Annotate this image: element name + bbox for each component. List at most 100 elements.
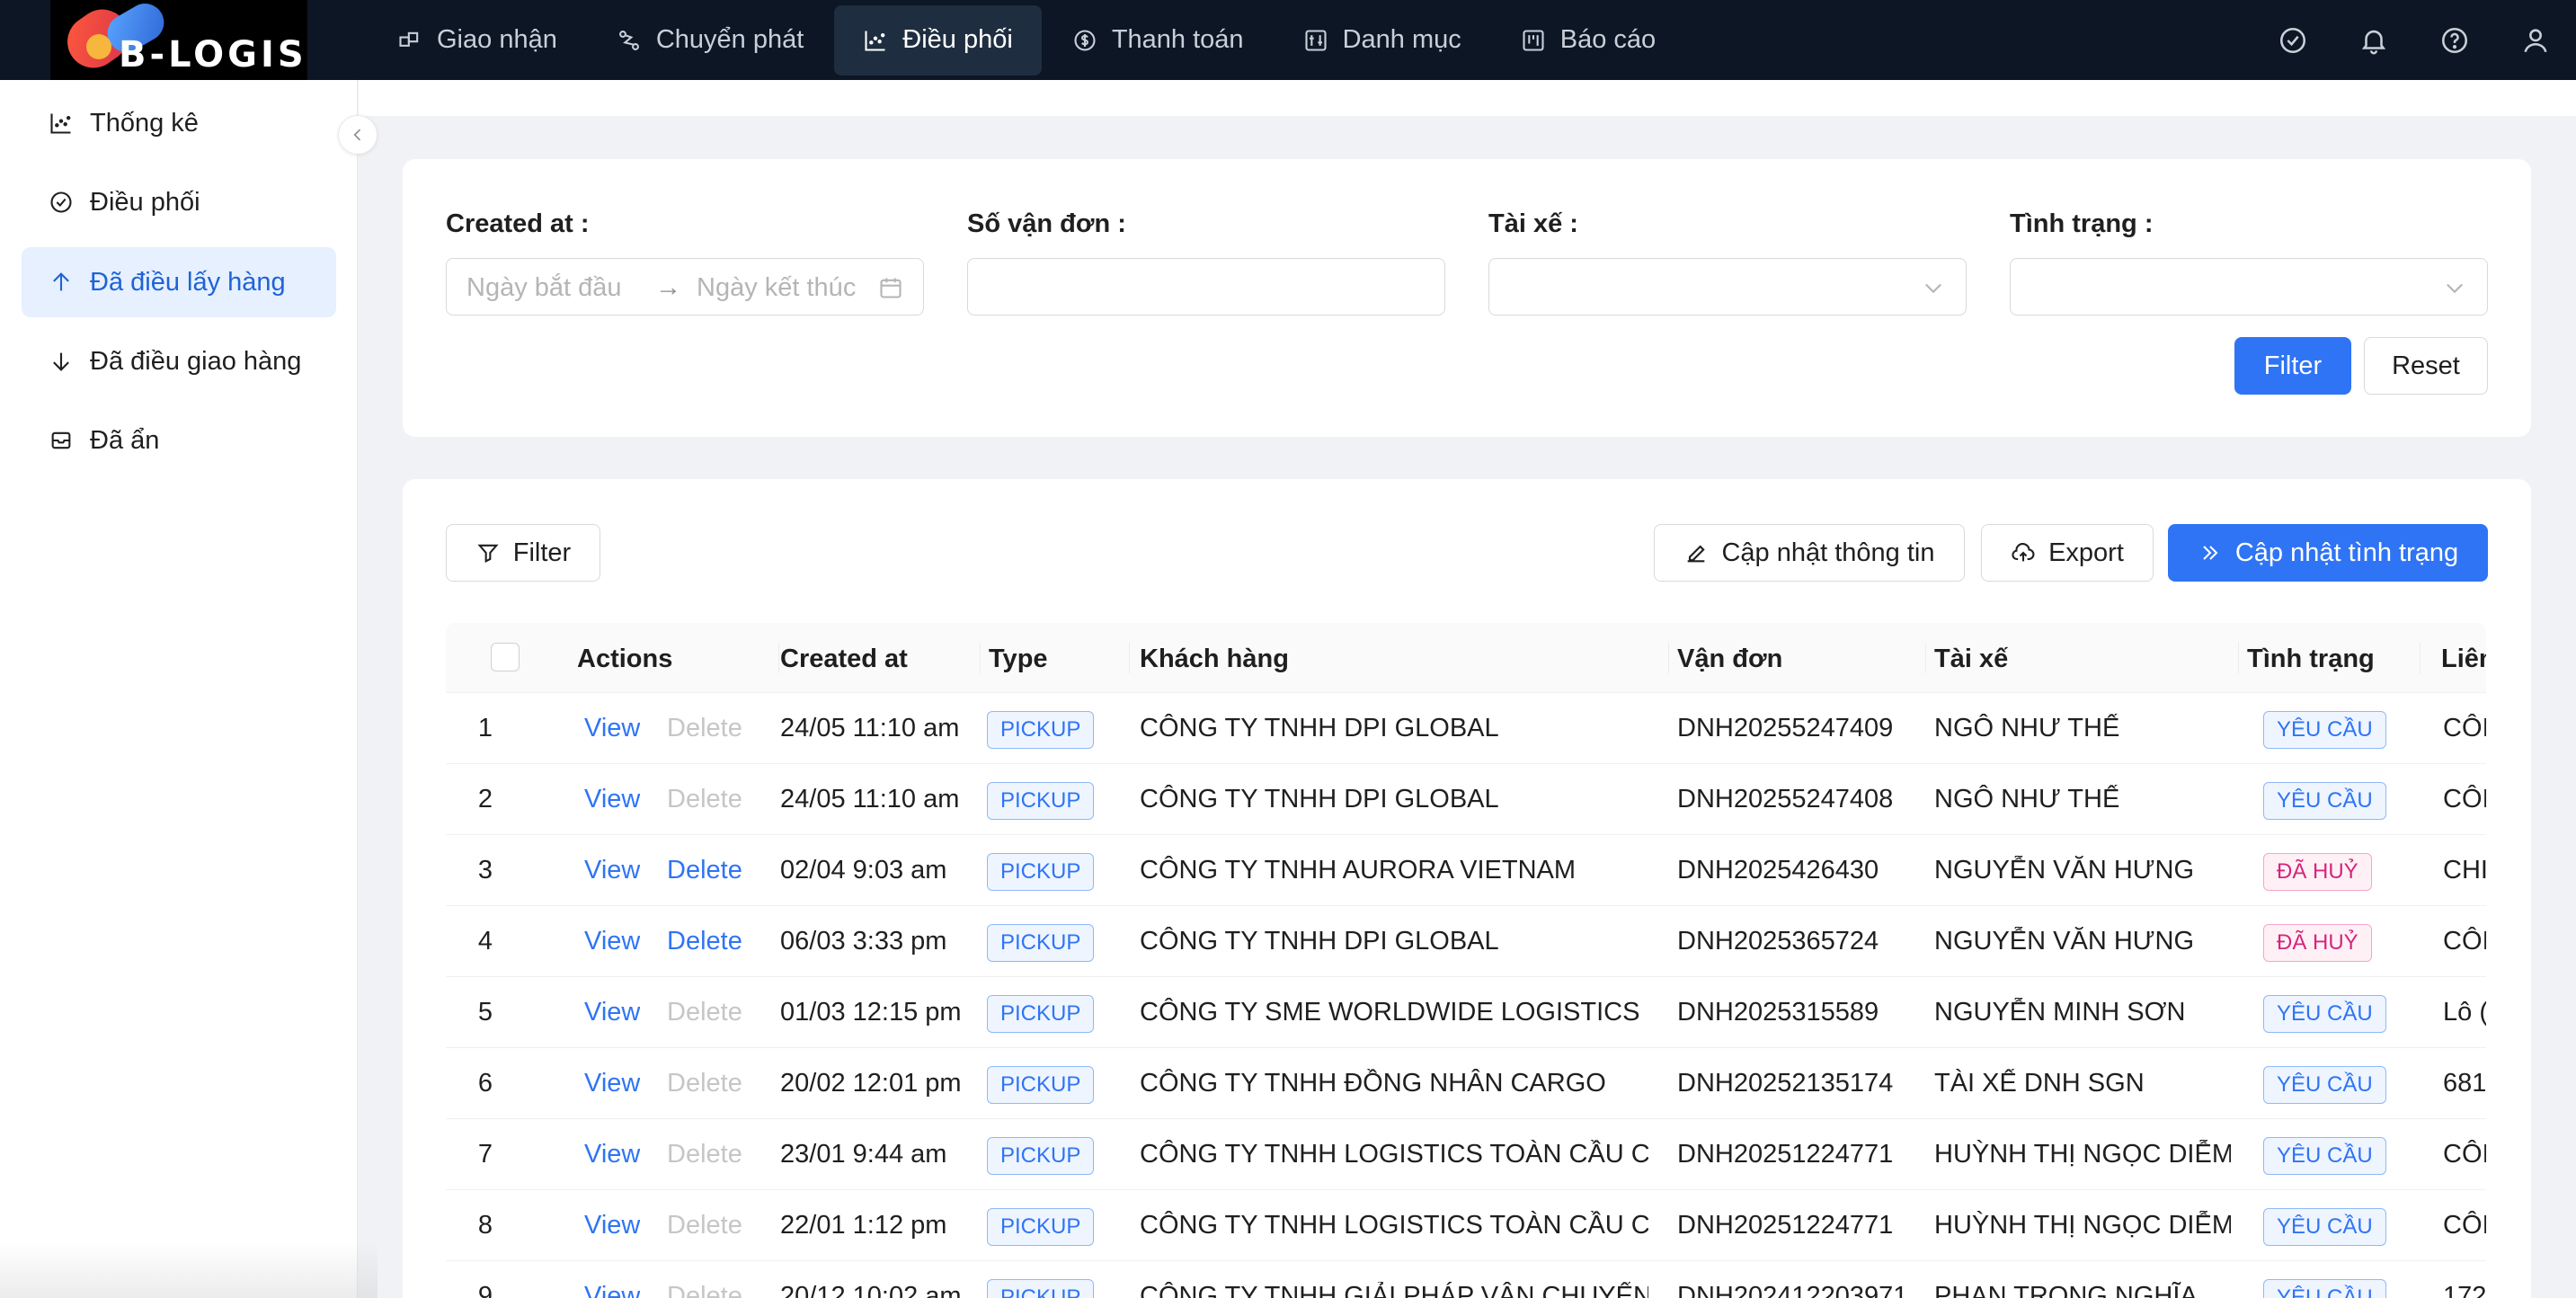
col-waybill[interactable]: Vận đơn — [1677, 645, 1782, 674]
waybill-input[interactable] — [967, 258, 1445, 316]
delete-link[interactable]: Delete — [667, 1282, 742, 1298]
update-info-button[interactable]: Cập nhật thông tin — [1654, 524, 1965, 582]
chart-icon — [49, 111, 90, 136]
col-contact[interactable]: Liên — [2441, 645, 2486, 674]
waybill-cell: DNH20255247408 — [1677, 785, 1894, 813]
update-status-label: Cập nhật tình trạng — [2234, 538, 2459, 567]
sidebar-item-da-an[interactable]: Đã ẩn — [22, 405, 336, 476]
waybill-label: Số vận đơn : — [967, 209, 1126, 238]
col-type[interactable]: Type — [989, 645, 1048, 674]
customer-cell: CÔNG TY TNHH DPI GLOBAL — [1140, 785, 1499, 813]
view-link[interactable]: View — [584, 1282, 640, 1298]
table-row[interactable]: 8 View Delete 22/01 1:12 pm PICKUP CÔNG TY TN… — [446, 1190, 2486, 1261]
check-circle-icon[interactable] — [2252, 25, 2333, 56]
nav-item-danh-muc[interactable]: Danh mục — [1275, 5, 1490, 76]
board-icon — [1521, 28, 1560, 53]
view-link[interactable]: View — [584, 927, 640, 956]
table-header: Actions Created at Type Khách hàng Vận đ… — [446, 623, 2486, 693]
table-row[interactable]: 7 View Delete 23/01 9:44 am PICKUP CÔNG TY TN… — [446, 1119, 2486, 1190]
table-row[interactable]: 2 View Delete 24/05 11:10 am PICKUP CÔNG TY T… — [446, 764, 2486, 835]
user-icon[interactable] — [2495, 25, 2576, 56]
delete-link[interactable]: Delete — [667, 998, 742, 1027]
delete-link[interactable]: Delete — [667, 1140, 742, 1169]
table-row[interactable]: 4 View Delete 06/03 3:33 pm PICKUP CÔNG TY TN… — [446, 906, 2486, 977]
delete-link[interactable]: Delete — [667, 1211, 742, 1240]
reset-button[interactable]: Reset — [2364, 337, 2488, 395]
column-divider — [2238, 643, 2239, 673]
view-link[interactable]: View — [584, 856, 640, 885]
brand-logo[interactable]: B-LOGIS — [50, 0, 307, 80]
view-link[interactable]: View — [584, 1211, 640, 1240]
col-driver[interactable]: Tài xế — [1934, 645, 2008, 674]
bell-icon[interactable] — [2333, 25, 2414, 56]
contact-cell: CÔI — [2443, 714, 2486, 742]
type-tag: PICKUP — [987, 1137, 1095, 1175]
sidebar-item-da-dieu-giao-hang[interactable]: Đã điều giao hàng — [22, 326, 336, 396]
sidebar-item-thong-ke[interactable]: Thống kê — [22, 88, 336, 158]
col-status[interactable]: Tình trạng — [2247, 645, 2375, 674]
contact-cell: 172 — [2443, 1282, 2486, 1298]
created-at-cell: 22/01 1:12 pm — [780, 1211, 947, 1240]
type-tag: PICKUP — [987, 924, 1095, 962]
view-link[interactable]: View — [584, 1140, 640, 1169]
table-row[interactable]: 5 View Delete 01/03 12:15 pm PICKUP CÔNG TY S… — [446, 977, 2486, 1048]
sidebar-item-label: Điều phối — [90, 187, 200, 217]
created-at-cell: 24/05 11:10 am — [780, 714, 960, 742]
delete-link[interactable]: Delete — [667, 856, 742, 885]
nav-item-bao-cao[interactable]: Báo cáo — [1492, 5, 1684, 76]
start-date-input[interactable]: Ngày bắt đầu — [466, 273, 622, 303]
driver-cell: NGÔ NHƯ THẾ — [1934, 714, 2120, 742]
view-link[interactable]: View — [584, 998, 640, 1027]
table-row[interactable]: 9 View Delete 20/12 10:02 am PICKUP CÔNG TY T… — [446, 1261, 2486, 1298]
view-link[interactable]: View — [584, 714, 640, 743]
waybill-cell: DNH2025426430 — [1677, 856, 1879, 885]
sidebar-collapse-button[interactable] — [338, 115, 378, 155]
sidebar-item-da-dieu-lay-hang[interactable]: Đã điều lấy hàng — [22, 247, 336, 317]
status-select[interactable] — [2010, 258, 2488, 316]
filter-icon — [475, 540, 513, 565]
contact-cell: 681 — [2443, 1069, 2486, 1098]
customer-cell: CÔNG TY TNHH DPI GLOBAL — [1140, 714, 1499, 742]
nav-item-thanh-toan[interactable]: Thanh toán — [1044, 5, 1273, 76]
delete-link[interactable]: Delete — [667, 785, 742, 814]
top-navbar: B-LOGIS Giao nhận Chuyển phát Điều phối … — [0, 0, 2576, 80]
export-button[interactable]: Export — [1981, 524, 2154, 582]
export-label: Export — [2048, 538, 2124, 567]
type-tag: PICKUP — [987, 995, 1095, 1033]
sidebar-item-dieu-phoi[interactable]: Điều phối — [22, 167, 336, 237]
toolbar-filter-button[interactable]: Filter — [446, 524, 600, 582]
status-badge: YÊU CẦU — [2263, 1208, 2386, 1246]
table-row[interactable]: 3 View Delete 02/04 9:03 am PICKUP CÔNG TY TN… — [446, 835, 2486, 906]
date-range-picker[interactable]: Ngày bắt đầu → Ngày kết thúc — [446, 258, 924, 316]
nav-item-giao-nhan[interactable]: Giao nhận — [369, 5, 586, 76]
view-link[interactable]: View — [584, 1069, 640, 1098]
driver-select[interactable] — [1488, 258, 1967, 316]
col-customer[interactable]: Khách hàng — [1140, 645, 1289, 674]
view-link[interactable]: View — [584, 785, 640, 814]
created-at-cell: 20/12 10:02 am — [780, 1282, 962, 1298]
filter-submit-button[interactable]: Filter — [2234, 337, 2351, 395]
dollar-icon — [1072, 28, 1112, 53]
route-icon — [617, 28, 656, 53]
nav-item-chuyen-phat[interactable]: Chuyển phát — [588, 5, 832, 76]
delete-link[interactable]: Delete — [667, 714, 742, 743]
select-all-checkbox[interactable] — [491, 643, 520, 671]
end-date-input[interactable]: Ngày kết thúc — [697, 273, 856, 303]
col-actions[interactable]: Actions — [577, 645, 672, 674]
status-badge: YÊU CẦU — [2263, 1066, 2386, 1104]
sidebar-item-label: Đã điều giao hàng — [90, 346, 302, 376]
col-created-at[interactable]: Created at — [780, 645, 908, 674]
help-icon[interactable] — [2414, 25, 2495, 56]
update-status-button[interactable]: Cập nhật tình trạng — [2168, 524, 2488, 582]
nav-item-label: Báo cáo — [1559, 25, 1657, 54]
contact-cell: CÔI — [2443, 927, 2486, 956]
nav-item-label: Chuyển phát — [655, 25, 804, 54]
delete-link[interactable]: Delete — [667, 927, 742, 956]
nav-item-dieu-phoi[interactable]: Điều phối — [834, 4, 1042, 76]
table-row[interactable]: 1 View Delete 24/05 11:10 am PICKUP CÔNG TY T… — [446, 693, 2486, 764]
status-badge: YÊU CẦU — [2263, 782, 2386, 820]
delete-link[interactable]: Delete — [667, 1069, 742, 1098]
table-row[interactable]: 6 View Delete 20/02 12:01 pm PICKUP CÔNG TY T… — [446, 1048, 2486, 1119]
column-divider — [2420, 643, 2421, 673]
cloud-upload-icon — [2011, 540, 2048, 565]
